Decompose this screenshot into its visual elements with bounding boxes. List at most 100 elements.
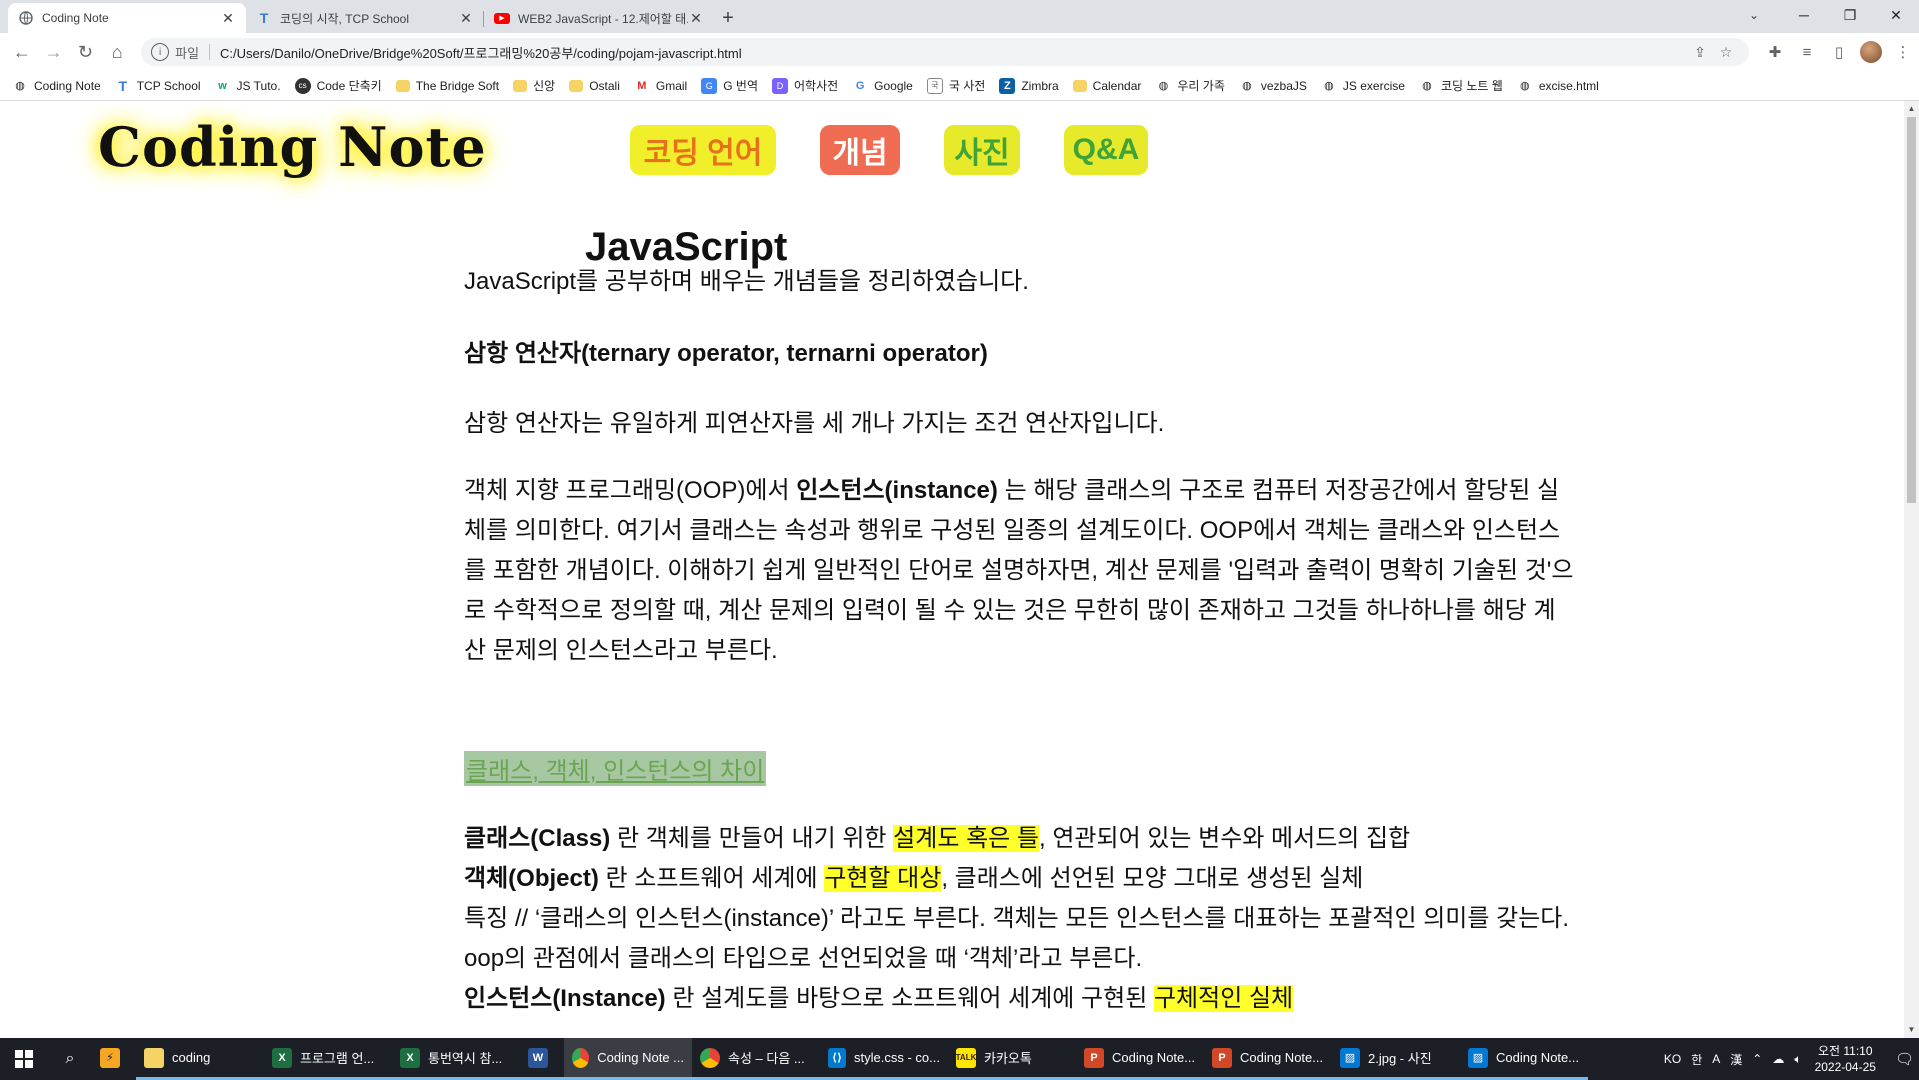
site-nav: 코딩 언어 개념 사진 Q&A	[630, 125, 1192, 175]
scrollbar-thumb[interactable]	[1907, 117, 1916, 503]
minimize-icon[interactable]: ─	[1781, 0, 1827, 30]
new-tab-button[interactable]: +	[714, 3, 742, 33]
gmail-icon: M	[637, 79, 647, 92]
taskbar-item[interactable]: X 프로그램 언...	[264, 1038, 392, 1080]
bookmark-item[interactable]: D 어학사전	[771, 77, 838, 94]
reload-icon[interactable]: ↻	[72, 38, 100, 66]
globe-icon: ◍	[1158, 80, 1169, 92]
bookmark-item[interactable]: 신앙	[513, 77, 555, 94]
bookmark-item[interactable]: M Gmail	[634, 78, 687, 94]
taskbar-item[interactable]: P Coding Note...	[1204, 1038, 1332, 1080]
close-window-icon[interactable]: ✕	[1873, 0, 1919, 30]
forward-icon[interactable]: →	[40, 38, 68, 66]
language-indicator[interactable]: KO	[1664, 1052, 1681, 1066]
reading-list-icon[interactable]: ≡	[1791, 44, 1823, 61]
info-icon[interactable]: i	[151, 43, 170, 61]
avatar[interactable]	[1859, 41, 1882, 63]
system-tray: KO 한 A 漢 ⌃ ☁ 🔈︎ 오전 11:10 2022-04-25 🗨︎	[1659, 1038, 1919, 1080]
powerpoint-icon: P	[1212, 1047, 1232, 1068]
restore-icon[interactable]: ❐	[1827, 0, 1873, 30]
ime-hanja[interactable]: 漢	[1730, 1051, 1742, 1068]
taskbar-item[interactable]: ▨ Coding Note...	[1460, 1038, 1588, 1080]
photos-icon: ▨	[1340, 1047, 1360, 1068]
bookmark-item[interactable]: ◍ 코딩 노트 웹	[1419, 77, 1503, 94]
taskbar-item[interactable]: ⟨⟩ style.css - co...	[820, 1038, 948, 1080]
bookmark-item[interactable]: cs Code 단축키	[294, 77, 382, 94]
notification-icon[interactable]: 🗨︎	[1895, 1050, 1914, 1068]
dictionary-icon: 국	[926, 77, 943, 94]
close-icon[interactable]: ✕	[220, 10, 236, 27]
taskbar-item[interactable]: X 통번역시 참...	[392, 1038, 520, 1080]
bookmark-star-icon[interactable]: ☆	[1713, 44, 1739, 61]
clock-date: 2022-04-25	[1814, 1060, 1876, 1074]
home-icon[interactable]: ⌂	[103, 38, 131, 66]
address-url[interactable]: C:/Users/Danilo/OneDrive/Bridge%20Soft/프…	[220, 43, 1687, 62]
page-viewport: Coding Note 코딩 언어 개념 사진 Q&A JavaScript J…	[0, 101, 1904, 1038]
nav-photos[interactable]: 사진	[944, 125, 1020, 175]
bookmark-item[interactable]: ◍ 우리 가족	[1155, 77, 1225, 94]
taskbar-item[interactable]: 속성 – 다음 ...	[692, 1038, 820, 1080]
scroll-up-icon[interactable]: ▲	[1907, 104, 1916, 114]
chevron-up-icon[interactable]: ⌃	[1752, 1052, 1762, 1066]
tab-strip: Coding Note ✕ T 코딩의 시작, TCP School ✕ ▶ W…	[0, 0, 1919, 33]
globe-icon	[18, 10, 34, 26]
folder-icon	[513, 79, 528, 92]
taskbar-item[interactable]: ▨ 2.jpg - 사진	[1332, 1038, 1460, 1080]
word-icon: W	[528, 1047, 548, 1068]
share-icon[interactable]: ⇪	[1687, 44, 1713, 61]
highlight: 구현할 대상	[824, 865, 942, 892]
bookmark-item[interactable]: ◍ vezbaJS	[1239, 78, 1307, 94]
taskbar-item[interactable]: Coding Note ...	[564, 1038, 692, 1080]
tab-youtube[interactable]: ▶ WEB2 JavaScript - 12.제어할 태... ✕	[484, 3, 714, 33]
close-icon[interactable]: ✕	[458, 10, 474, 27]
bookmark-item[interactable]: The Bridge Soft	[395, 79, 499, 93]
bookmark-item[interactable]: GG 번역	[701, 77, 758, 94]
tab-coding-note[interactable]: Coding Note ✕	[8, 3, 246, 33]
menu-icon[interactable]: ⋮	[1887, 43, 1919, 61]
nav-qna[interactable]: Q&A	[1064, 125, 1148, 175]
bookmark-item[interactable]: G Google	[852, 78, 913, 94]
windows-taskbar: ⌕ ⚡ coding X 프로그램 언... X 통번역시 참... W Codin…	[0, 1038, 1919, 1080]
back-icon[interactable]: ←	[8, 38, 36, 66]
extensions-icon[interactable]: ✚	[1759, 43, 1791, 61]
class-object-instance-link[interactable]: 클래스, 객체, 인스턴스의 차이	[464, 751, 767, 786]
bookmark-item[interactable]: ◍ Coding Note	[12, 78, 101, 94]
ternary-text: 삼항 연산자는 유일하게 피연산자를 세 개나 가지는 조건 연산자입니다.	[464, 410, 1165, 437]
scroll-down-icon[interactable]: ▼	[1907, 1025, 1916, 1035]
taskbar-item[interactable]: W	[520, 1038, 564, 1080]
bookmark-item[interactable]: T TCP School	[115, 78, 200, 94]
taskbar-item[interactable]: coding	[136, 1038, 264, 1080]
bookmark-item[interactable]: Z Zimbra	[999, 77, 1059, 94]
bookmark-item[interactable]: ◍ JS exercise	[1321, 78, 1405, 94]
browser-toolbar: ← → ↻ ⌂ i 파일 C:/Users/Danilo/OneDrive/Br…	[0, 33, 1919, 71]
bookmark-item[interactable]: Calendar	[1072, 79, 1141, 93]
nav-concepts[interactable]: 개념	[820, 125, 900, 175]
ime-alpha[interactable]: A	[1712, 1052, 1720, 1066]
dictionary-icon: D	[771, 77, 788, 94]
side-panel-icon[interactable]: ▯	[1823, 43, 1855, 61]
tab-tcp-school[interactable]: T 코딩의 시작, TCP School ✕	[246, 3, 484, 33]
folder-icon	[144, 1047, 164, 1068]
bookmark-item[interactable]: 국국 사전	[926, 77, 985, 94]
vertical-scrollbar[interactable]: ▲ ▼	[1904, 101, 1919, 1038]
globe-icon: ◍	[1422, 80, 1432, 92]
close-icon[interactable]: ✕	[688, 10, 704, 27]
bookmark-item[interactable]: ◍ excise.html	[1517, 78, 1599, 94]
search-icon[interactable]: ⌕	[48, 1038, 92, 1080]
address-bar[interactable]: i 파일 C:/Users/Danilo/OneDrive/Bridge%20S…	[141, 38, 1749, 66]
start-button[interactable]	[0, 1038, 48, 1080]
tab-search-icon[interactable]: ⌄	[1739, 0, 1769, 30]
bookmark-item[interactable]: Ostali	[569, 79, 620, 93]
taskbar-item[interactable]: TALK 카카오톡	[948, 1038, 1076, 1080]
clock[interactable]: 오전 11:10 2022-04-25	[1815, 1043, 1876, 1075]
instance-definition: 인스턴스(Instance) 란 설계도를 바탕으로 소프트웨어 세계에 구현된…	[464, 985, 1294, 1012]
taskbar-item[interactable]: P Coding Note...	[1076, 1038, 1204, 1080]
bookmark-item[interactable]: w JS Tuto.	[215, 78, 280, 94]
volume-icon[interactable]: 🔈︎	[1794, 1052, 1801, 1067]
cloud-icon[interactable]: ☁	[1772, 1052, 1784, 1066]
nav-coding-language[interactable]: 코딩 언어	[630, 125, 776, 175]
taskbar-item[interactable]: ⚡	[92, 1038, 136, 1080]
tab-label: 코딩의 시작, TCP School	[280, 11, 410, 26]
ime-hangul[interactable]: 한	[1691, 1051, 1702, 1068]
site-logo[interactable]: Coding Note	[98, 115, 487, 179]
